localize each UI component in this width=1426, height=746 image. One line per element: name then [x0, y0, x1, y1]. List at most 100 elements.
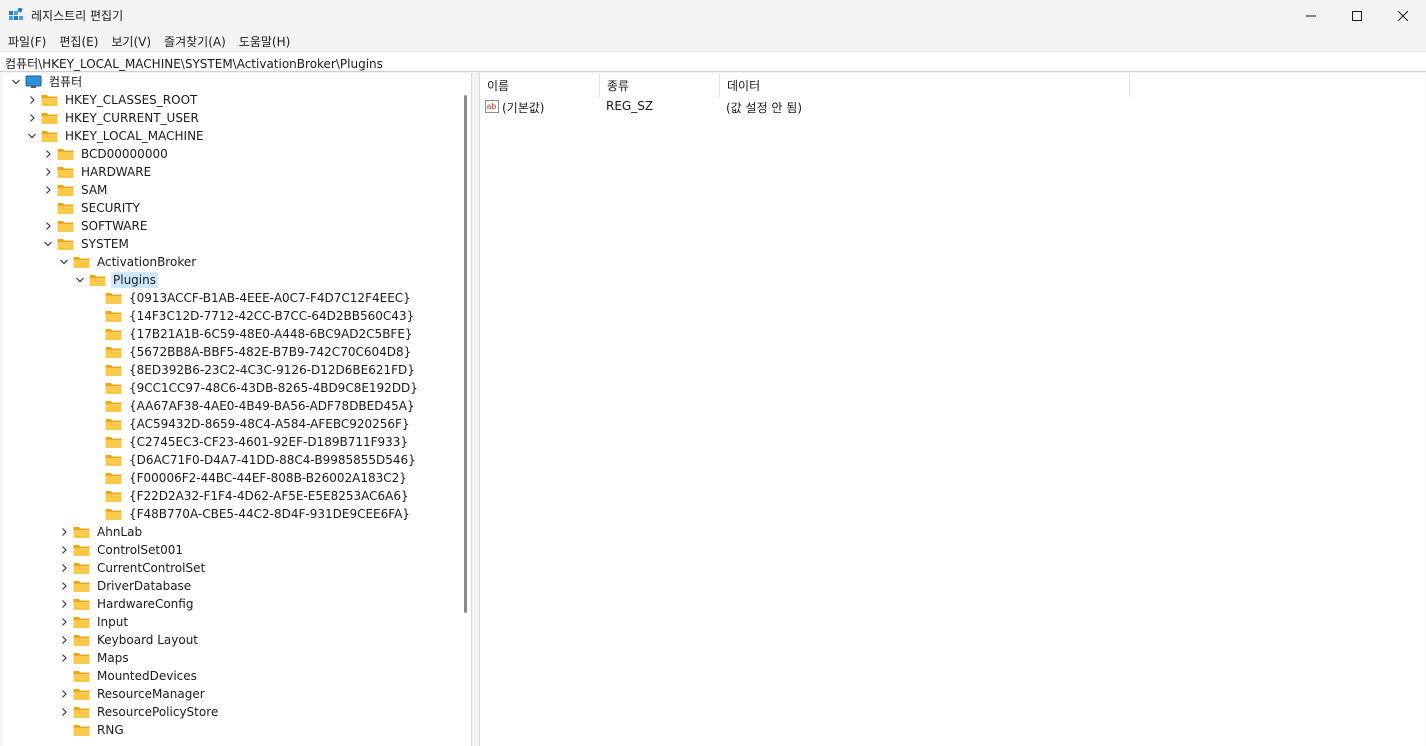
tree-item[interactable]: Plugins	[74, 271, 158, 289]
tree-item[interactable]: AhnLab	[58, 523, 144, 541]
tree-item[interactable]: {0913ACCF-B1AB-4EEE-A0C7-F4D7C12F4EEC}	[90, 289, 413, 307]
title-bar: 레지스트리 편집기	[0, 0, 1426, 31]
address-path[interactable]: 컴퓨터\HKEY_LOCAL_MACHINE\SYSTEM\Activation…	[5, 55, 383, 72]
tree-item-label: ResourceManager	[97, 687, 205, 701]
tree-item-label: SYSTEM	[81, 237, 129, 251]
chevron-down-icon[interactable]	[42, 238, 54, 250]
menu-file[interactable]: 파일(F)	[3, 33, 51, 50]
tree-item-label: {14F3C12D-7712-42CC-B7CC-64D2BB560C43}	[129, 309, 415, 323]
registry-tree: 컴퓨터 HKEY_CLASSES_ROOT HKEY_CURRENT_USER HKE…	[3, 73, 472, 746]
tree-item[interactable]: {8ED392B6-23C2-4C3C-9126-D12D6BE621FD}	[90, 361, 417, 379]
tree-item[interactable]: {AC59432D-8659-48C4-A584-AFEBC920256F}	[90, 415, 412, 433]
chevron-right-icon[interactable]	[42, 166, 54, 178]
chevron-right-icon[interactable]	[58, 652, 70, 664]
close-button[interactable]	[1380, 0, 1426, 31]
tree-item[interactable]: {F48B770A-CBE5-44C2-8D4F-931DE9CEE6FA}	[90, 505, 412, 523]
tree-item[interactable]: HKEY_CURRENT_USER	[26, 109, 201, 127]
tree-item[interactable]: HKEY_CLASSES_ROOT	[26, 91, 199, 109]
chevron-right-icon[interactable]	[58, 544, 70, 556]
tree-item-label: MountedDevices	[97, 669, 197, 683]
tree-item[interactable]: HardwareConfig	[58, 595, 195, 613]
chevron-right-icon[interactable]	[42, 148, 54, 160]
tree-item[interactable]: Maps	[58, 649, 131, 667]
tree-item[interactable]: {9CC1CC97-48C6-43DB-8265-4BD9C8E192DD}	[90, 379, 420, 397]
tree-item[interactable]: DriverDatabase	[58, 577, 193, 595]
folder-icon	[105, 309, 122, 323]
tree-item-label: HKEY_CLASSES_ROOT	[65, 93, 198, 107]
menu-view[interactable]: 보기(V)	[106, 33, 156, 50]
chevron-right-icon[interactable]	[58, 562, 70, 574]
column-header-name[interactable]: 이름	[480, 73, 600, 97]
chevron-down-icon[interactable]	[26, 130, 38, 142]
tree-item[interactable]: RNG	[58, 721, 126, 739]
ab-string-icon: ab	[485, 100, 499, 113]
tree-scrollbar[interactable]	[460, 73, 471, 746]
tree-scrollbar-thumb[interactable]	[464, 95, 467, 613]
menu-edit[interactable]: 편집(E)	[54, 33, 103, 50]
tree-item[interactable]: ActivationBroker	[58, 253, 198, 271]
chevron-right-icon[interactable]	[26, 112, 38, 124]
tree-item[interactable]: {5672BB8A-BBF5-482E-B7B9-742C70C604D8}	[90, 343, 413, 361]
chevron-right-icon[interactable]	[58, 580, 70, 592]
tree-item[interactable]: {D6AC71F0-D4A7-41DD-88C4-B9985855D546}	[90, 451, 418, 469]
tree-item[interactable]: BCD00000000	[42, 145, 170, 163]
pane-splitter[interactable]	[472, 73, 479, 746]
maximize-button[interactable]	[1334, 0, 1380, 31]
tree-item[interactable]: HARDWARE	[42, 163, 153, 181]
tree-item[interactable]: {AA67AF38-4AE0-4B49-BA56-ADF78DBED45A}	[90, 397, 417, 415]
minimize-button[interactable]	[1288, 0, 1334, 31]
column-header-type-label: 종류	[607, 78, 630, 93]
tree-item[interactable]: HKEY_LOCAL_MACHINE	[26, 127, 206, 145]
column-header-data[interactable]: 데이터	[720, 73, 1130, 97]
tree-item[interactable]: SAM	[42, 181, 109, 199]
tree-item-label: SOFTWARE	[81, 219, 148, 233]
tree-item[interactable]: {F00006F2-44BC-44EF-808B-B26002A183C2}	[90, 469, 409, 487]
folder-icon	[105, 399, 122, 413]
tree-item-label: 컴퓨터	[49, 75, 83, 89]
tree-item[interactable]: {14F3C12D-7712-42CC-B7CC-64D2BB560C43}	[90, 307, 416, 325]
tree-item[interactable]: 컴퓨터	[10, 73, 84, 91]
address-bar[interactable]: 컴퓨터\HKEY_LOCAL_MACHINE\SYSTEM\Activation…	[0, 51, 1426, 72]
chevron-right-icon[interactable]	[58, 616, 70, 628]
chevron-right-icon[interactable]	[58, 598, 70, 610]
column-header-type[interactable]: 종류	[600, 73, 720, 97]
chevron-down-icon[interactable]	[74, 274, 86, 286]
tree-item[interactable]: Input	[58, 613, 130, 631]
tree-item[interactable]: ResourceManager	[58, 685, 207, 703]
tree-item-label: HKEY_LOCAL_MACHINE	[65, 129, 204, 143]
folder-icon	[105, 489, 122, 503]
tree-item[interactable]: ControlSet001	[58, 541, 185, 559]
tree-item[interactable]: SECURITY	[42, 199, 142, 217]
tree-item-label: Maps	[97, 651, 129, 665]
folder-icon	[73, 543, 90, 557]
tree-item[interactable]: {17B21A1B-6C59-48E0-A448-6BC9AD2C5BFE}	[90, 325, 415, 343]
chevron-right-icon[interactable]	[58, 688, 70, 700]
tree-item[interactable]: {C2745EC3-CF23-4601-92EF-D189B711F933}	[90, 433, 410, 451]
chevron-right-icon[interactable]	[26, 94, 38, 106]
column-header-data-label: 데이터	[727, 78, 761, 93]
tree-item[interactable]: ResourcePolicyStore	[58, 703, 220, 721]
chevron-down-icon[interactable]	[10, 76, 22, 88]
tree-item[interactable]: {F22D2A32-F1F4-4D62-AF5E-E5E8253AC6A6}	[90, 487, 411, 505]
tree-item[interactable]: Keyboard Layout	[58, 631, 200, 649]
chevron-right-icon[interactable]	[58, 634, 70, 646]
tree-item[interactable]: CurrentControlSet	[58, 559, 207, 577]
chevron-right-icon[interactable]	[58, 526, 70, 538]
tree-item[interactable]: SOFTWARE	[42, 217, 149, 235]
folder-icon	[73, 669, 90, 683]
menu-favorites[interactable]: 즐겨찾기(A)	[159, 33, 231, 50]
chevron-down-icon[interactable]	[58, 256, 70, 268]
chevron-right-icon[interactable]	[42, 184, 54, 196]
tree-item-label: CurrentControlSet	[97, 561, 206, 575]
chevron-right-icon[interactable]	[58, 706, 70, 718]
list-item[interactable]: ab (기본값) REG_SZ (값 설정 안 됨)	[480, 98, 1426, 116]
chevron-right-icon[interactable]	[42, 220, 54, 232]
menu-help[interactable]: 도움말(H)	[234, 33, 296, 50]
tree-item-label: {F00006F2-44BC-44EF-808B-B26002A183C2}	[129, 471, 407, 485]
tree-item[interactable]: MountedDevices	[58, 667, 199, 685]
tree-item[interactable]: SYSTEM	[42, 235, 131, 253]
